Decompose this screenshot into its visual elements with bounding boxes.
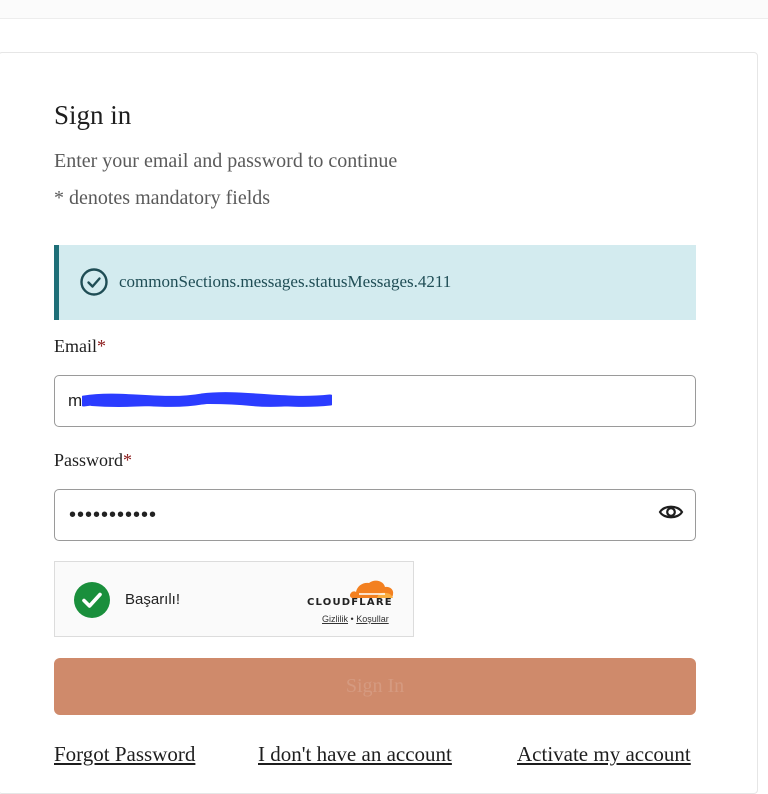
eye-icon	[658, 505, 684, 519]
mandatory-fields-note: * denotes mandatory fields	[54, 187, 271, 209]
top-bar	[0, 0, 768, 19]
check-circle-filled-icon	[74, 582, 110, 618]
no-account-link[interactable]: I don't have an account	[258, 742, 452, 767]
password-label: Password*	[54, 450, 132, 471]
alert-message: commonSections.messages.statusMessages.4…	[119, 272, 452, 291]
page-title: Sign in	[54, 100, 132, 130]
email-label: Email*	[54, 336, 106, 357]
privacy-link[interactable]: Gizlilik	[322, 614, 348, 624]
link-separator: •	[350, 614, 354, 624]
cloudflare-turnstile-widget[interactable]: Başarılı! CLOUDFLARE Gizlilik • Koşullar	[54, 561, 414, 637]
email-field[interactable]	[54, 375, 696, 427]
cloudflare-wordmark: CLOUDFLARE	[307, 597, 393, 608]
forgot-password-link[interactable]: Forgot Password	[54, 742, 195, 767]
subtitle: Enter your email and password to continu…	[54, 150, 398, 172]
required-marker: *	[97, 336, 106, 356]
activate-account-link[interactable]: Activate my account	[517, 742, 691, 767]
password-label-text: Password	[54, 450, 124, 470]
check-circle-icon	[80, 268, 108, 296]
email-label-text: Email	[54, 336, 97, 356]
captcha-links: Gizlilik • Koşullar	[322, 614, 389, 624]
status-alert: commonSections.messages.statusMessages.4…	[54, 245, 696, 320]
sign-in-button[interactable]: Sign In	[54, 658, 696, 715]
captcha-status-text: Başarılı!	[125, 591, 181, 608]
password-field[interactable]	[54, 489, 696, 541]
terms-link[interactable]: Koşullar	[356, 614, 389, 624]
required-marker: *	[123, 450, 133, 470]
password-visibility-toggle[interactable]	[656, 497, 686, 527]
